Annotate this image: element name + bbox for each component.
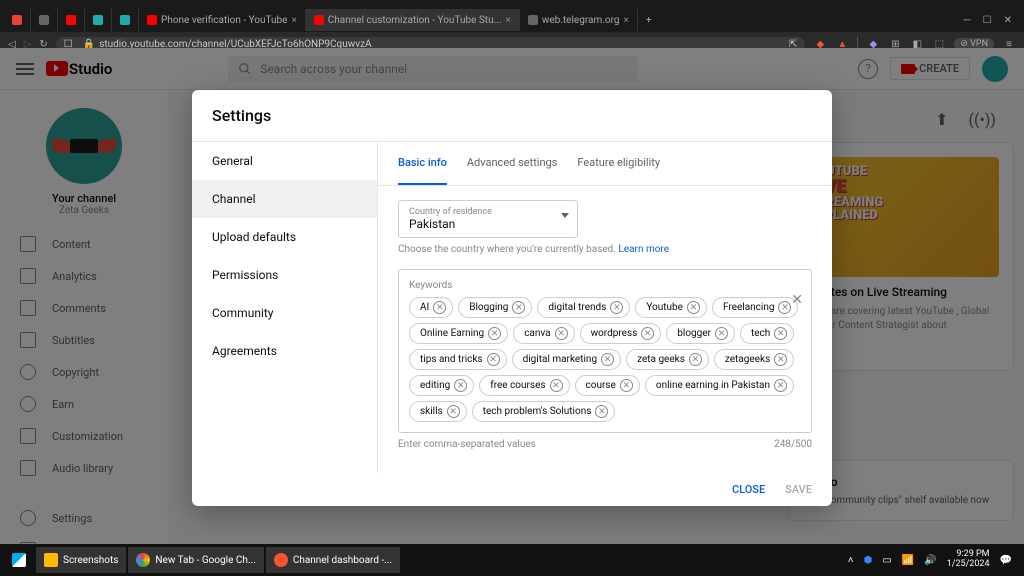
country-select[interactable]: Country of residence Pakistan <box>398 200 578 238</box>
keyword-chip: AI✕ <box>409 297 453 318</box>
taskbar: Screenshots New Tab - Google Ch... Chann… <box>0 544 1024 576</box>
chip-remove-icon[interactable]: ✕ <box>715 327 728 340</box>
chip-remove-icon[interactable]: ✕ <box>555 327 568 340</box>
chip-remove-icon[interactable]: ✕ <box>447 405 460 418</box>
start-button[interactable] <box>4 547 34 573</box>
keyword-chip: free courses✕ <box>479 375 569 396</box>
new-tab-button[interactable]: + <box>638 15 660 26</box>
tab-active[interactable]: Channel customization - YouTube Stu... × <box>306 9 520 31</box>
keyword-chip: blogger✕ <box>666 323 735 344</box>
learn-more-link[interactable]: Learn more <box>618 244 669 255</box>
chip-remove-icon[interactable]: ✕ <box>620 379 633 392</box>
modal-nav-upload[interactable]: Upload defaults <box>192 218 377 256</box>
keyword-chip: course✕ <box>575 375 640 396</box>
chip-remove-icon[interactable]: ✕ <box>687 301 700 314</box>
chevron-down-icon <box>561 213 569 218</box>
close-button[interactable]: CLOSE <box>732 483 765 496</box>
chip-remove-icon[interactable]: ✕ <box>454 379 467 392</box>
chip-remove-icon[interactable]: ✕ <box>774 353 787 366</box>
tab[interactable] <box>112 9 139 31</box>
tab-label: Phone verification - YouTube <box>161 15 287 26</box>
chip-remove-icon[interactable]: ✕ <box>595 405 608 418</box>
keyword-chip: tech problem's Solutions✕ <box>472 401 616 422</box>
keyword-chip: Blogging✕ <box>458 297 532 318</box>
clock[interactable]: 9:29 PM 1/25/2024 <box>947 550 990 570</box>
modal-nav: General Channel Upload defaults Permissi… <box>192 142 378 473</box>
keyword-chip: editing✕ <box>409 375 474 396</box>
tab-label: web.telegram.org <box>542 15 620 26</box>
chip-remove-icon[interactable]: ✕ <box>774 327 787 340</box>
tray-network-icon[interactable]: ▭ <box>882 555 891 566</box>
tray-chevron-icon[interactable]: ˄ <box>848 555 854 566</box>
tab-basic-info[interactable]: Basic info <box>398 142 447 185</box>
modal-tabs: Basic info Advanced settings Feature eli… <box>378 142 832 186</box>
keyword-chip: Online Earning✕ <box>409 323 508 344</box>
clear-keywords-icon[interactable]: ✕ <box>791 292 803 308</box>
keyword-chip: digital trends✕ <box>537 297 630 318</box>
save-button[interactable]: SAVE <box>785 483 812 496</box>
chip-remove-icon[interactable]: ✕ <box>550 379 563 392</box>
maximize-icon[interactable]: ☐ <box>983 15 992 26</box>
tab[interactable] <box>85 9 112 31</box>
close-icon[interactable]: × <box>624 15 629 26</box>
chip-remove-icon[interactable]: ✕ <box>433 301 446 314</box>
tab[interactable] <box>4 9 31 31</box>
close-icon[interactable]: × <box>291 15 296 26</box>
task-item[interactable]: New Tab - Google Ch... <box>128 547 263 573</box>
keyword-chip: wordpress✕ <box>580 323 662 344</box>
keyword-chip: digital marketing✕ <box>512 349 621 370</box>
keywords-hint: Enter comma-separated values <box>398 439 536 450</box>
keywords-field[interactable]: Keywords AI✕Blogging✕digital trends✕Yout… <box>398 269 812 433</box>
task-item[interactable]: Screenshots <box>36 547 126 573</box>
modal-nav-community[interactable]: Community <box>192 294 377 332</box>
country-help: Choose the country where you're currentl… <box>398 244 812 255</box>
modal-nav-general[interactable]: General <box>192 142 377 180</box>
modal-title: Settings <box>192 90 832 141</box>
keyword-chip: zetageeks✕ <box>714 349 794 370</box>
tray-wifi-icon[interactable]: 📶 <box>902 555 914 566</box>
modal-nav-permissions[interactable]: Permissions <box>192 256 377 294</box>
close-window-icon[interactable]: ✕ <box>1004 15 1012 26</box>
keyword-chip: online earning in Pakistan✕ <box>645 375 794 396</box>
task-item[interactable]: Channel dashboard -... <box>266 547 400 573</box>
chip-remove-icon[interactable]: ✕ <box>689 353 702 366</box>
tab-feature[interactable]: Feature eligibility <box>577 142 660 185</box>
settings-modal: Settings General Channel Upload defaults… <box>192 90 832 506</box>
chip-remove-icon[interactable]: ✕ <box>641 327 654 340</box>
tab[interactable]: web.telegram.org × <box>520 9 638 31</box>
tab[interactable] <box>58 9 85 31</box>
keyword-chip: Freelancing✕ <box>712 297 799 318</box>
chip-remove-icon[interactable]: ✕ <box>601 353 614 366</box>
keyword-chip: skills✕ <box>409 401 467 422</box>
chip-remove-icon[interactable]: ✕ <box>487 353 500 366</box>
tab-label: Channel customization - YouTube Stu... <box>328 15 502 26</box>
keywords-counter: 248/500 <box>774 439 812 450</box>
modal-nav-channel[interactable]: Channel <box>192 180 377 218</box>
modal-nav-agreements[interactable]: Agreements <box>192 332 377 370</box>
tray-bluetooth-icon[interactable]: ⬢ <box>864 555 873 566</box>
close-icon[interactable]: × <box>506 15 511 26</box>
keyword-chip: canva✕ <box>513 323 574 344</box>
keyword-chip: Youtube✕ <box>635 297 707 318</box>
minimize-icon[interactable]: ─ <box>964 15 971 26</box>
tab-advanced[interactable]: Advanced settings <box>467 142 558 185</box>
tab[interactable]: Phone verification - YouTube × <box>139 9 306 31</box>
tray-volume-icon[interactable]: 🔊 <box>924 555 936 566</box>
keyword-chip: zeta geeks✕ <box>626 349 709 370</box>
chip-remove-icon[interactable]: ✕ <box>512 301 525 314</box>
chip-remove-icon[interactable]: ✕ <box>610 301 623 314</box>
chip-remove-icon[interactable]: ✕ <box>774 379 787 392</box>
tab[interactable] <box>31 9 58 31</box>
chip-remove-icon[interactable]: ✕ <box>488 327 501 340</box>
chip-remove-icon[interactable]: ✕ <box>778 301 791 314</box>
notifications-icon[interactable]: 💬 <box>1000 555 1012 566</box>
browser-tabbar: Phone verification - YouTube × Channel cu… <box>0 8 1024 32</box>
keyword-chip: tips and tricks✕ <box>409 349 507 370</box>
keyword-chip: tech✕ <box>740 323 794 344</box>
